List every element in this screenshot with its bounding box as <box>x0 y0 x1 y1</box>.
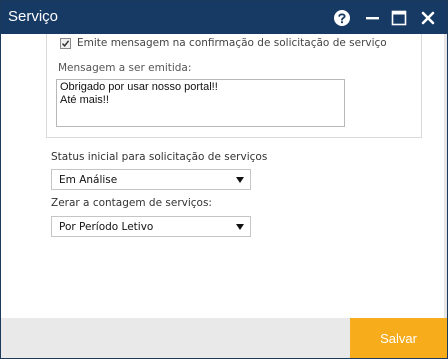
dialog-footer: Salvar <box>1 318 447 358</box>
status-select[interactable]: Em Análise <box>51 169 251 190</box>
emit-message-option[interactable]: Emite mensagem na confirmação de solicit… <box>60 35 387 51</box>
status-label: Status inicial para solicitação de servi… <box>51 151 268 163</box>
status-select-value: Em Análise <box>59 174 118 186</box>
title-bar[interactable]: Serviço <box>1 1 447 34</box>
emit-message-checkbox[interactable] <box>60 37 71 49</box>
minimize-icon[interactable] <box>364 9 382 27</box>
form-content: Emite mensagem na confirmação de solicit… <box>1 34 447 318</box>
message-line: Obrigado por usar nosso portal!! <box>60 81 218 93</box>
service-dialog: Serviço Emite mensagem na confirmação de… <box>0 0 448 359</box>
message-textarea[interactable]: Obrigado por usar nosso portal!! Até mai… <box>56 79 345 127</box>
help-icon[interactable] <box>333 9 351 27</box>
message-label: Mensagem a ser emitida: <box>58 62 192 74</box>
emit-message-label: Emite mensagem na confirmação de solicit… <box>77 37 387 49</box>
message-line: Até mais!! <box>60 94 109 106</box>
reset-count-select[interactable]: Por Período Letivo <box>51 216 251 237</box>
vertical-scrollbar[interactable] <box>444 34 447 318</box>
maximize-icon[interactable] <box>390 9 408 27</box>
chevron-down-icon <box>236 224 244 230</box>
reset-count-label: Zerar a contagem de serviços: <box>51 197 212 209</box>
save-button[interactable]: Salvar <box>350 318 447 358</box>
dialog-title: Serviço <box>8 8 59 25</box>
chevron-down-icon <box>236 177 244 183</box>
reset-count-select-value: Por Período Letivo <box>59 221 154 233</box>
close-icon[interactable] <box>419 9 437 27</box>
message-panel: Emite mensagem na confirmação de solicit… <box>46 34 422 138</box>
